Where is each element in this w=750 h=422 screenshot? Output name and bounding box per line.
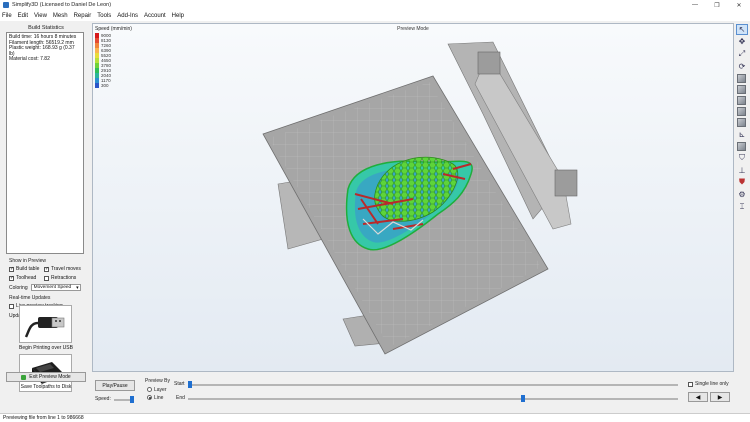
close-icon[interactable]: ✕ <box>728 0 750 10</box>
minimize-icon[interactable]: — <box>684 0 706 10</box>
toolhead-label: Toolhead <box>16 275 37 281</box>
layer-label: Layer <box>154 387 167 393</box>
playback-controls: Play/Pause Speed: Preview By Layer Line … <box>92 375 750 411</box>
menu-add-ins[interactable]: Add-Ins <box>117 13 138 19</box>
menu-tools[interactable]: Tools <box>97 13 111 19</box>
menu-account[interactable]: Account <box>144 13 166 19</box>
next-arrow-icon: ▶ <box>717 394 723 401</box>
usb-cable-icon <box>24 317 64 338</box>
exit-preview-icon <box>21 374 27 380</box>
single-line-label: Single line only <box>695 381 729 387</box>
status-bar: Previewing file from line 1 to 986668 <box>0 413 750 422</box>
window-controls: — ❐ ✕ <box>684 0 750 10</box>
menu-help[interactable]: Help <box>172 13 184 19</box>
single-line-checkbox[interactable] <box>688 381 693 387</box>
prev-arrow-icon: ◀ <box>695 394 701 401</box>
line-option[interactable]: Line <box>147 395 163 401</box>
preview-sidebar: Build Statistics Build time: 16 hours 8 … <box>0 23 92 413</box>
settings-gear-icon[interactable]: ⚙ <box>736 189 748 200</box>
retractions-label: Retractions <box>51 275 77 281</box>
cross-section-icon[interactable]: ⊥ <box>736 165 748 176</box>
save-toolpaths-label: Save Toolpaths to Disk <box>20 384 72 390</box>
menu-repair[interactable]: Repair <box>74 13 92 19</box>
single-line-option[interactable]: Single line only <box>688 381 729 387</box>
window-title: Simplify3D (Licensed to Daniel De Leon) <box>12 2 112 8</box>
title-bar: Simplify3D (Licensed to Daniel De Leon) … <box>0 0 750 10</box>
measure-icon[interactable]: ⌶ <box>736 201 748 212</box>
build-table-option[interactable]: Build table <box>9 266 39 272</box>
speed-slider-thumb[interactable] <box>130 396 134 403</box>
build-table-checkbox[interactable] <box>9 266 14 272</box>
prev-button[interactable]: ◀ <box>688 392 708 402</box>
build-stats-box: Build time: 16 hours 8 minutes Filament … <box>6 32 84 254</box>
play-pause-button[interactable]: Play/Pause <box>95 380 135 391</box>
menu-mesh[interactable]: Mesh <box>53 13 68 19</box>
toolhead-option[interactable]: Toolhead <box>9 275 36 281</box>
build-stats-title: Build Statistics <box>28 25 64 31</box>
end-slider-track[interactable] <box>188 398 678 400</box>
end-label: End <box>176 395 185 401</box>
part-icon[interactable]: ⛊ <box>736 177 748 188</box>
realtime-updates-label: Real-time Updates <box>9 295 51 301</box>
line-label: Line <box>154 395 164 401</box>
app-icon <box>3 2 9 8</box>
travel-moves-checkbox[interactable] <box>44 266 49 272</box>
coloring-select[interactable]: Movement Speed <box>30 284 81 291</box>
view-bottom-icon[interactable] <box>737 117 746 127</box>
retractions-checkbox[interactable] <box>44 275 49 281</box>
view-front-icon[interactable] <box>737 95 746 105</box>
next-button[interactable]: ▶ <box>710 392 730 402</box>
speed-label: Speed: <box>95 396 111 402</box>
toolhead-checkbox[interactable] <box>9 275 14 281</box>
layer-option[interactable]: Layer <box>147 387 167 393</box>
coloring-label: Coloring <box>9 284 28 291</box>
frame-corner-right <box>554 169 578 197</box>
view-toolbar: ↖ ✥ ⤢ ⟳ ⊾ ⛉ ⊥ ⛊ ⚙ ⌶ <box>734 23 750 313</box>
begin-printing-button[interactable] <box>19 305 72 343</box>
start-slider-track[interactable] <box>188 384 678 386</box>
end-slider-thumb[interactable] <box>521 395 526 402</box>
view-top-icon[interactable] <box>737 84 746 94</box>
solid-view-icon[interactable] <box>737 141 746 151</box>
build-table-label: Build table <box>16 266 40 272</box>
frame-corner-top <box>477 51 501 75</box>
travel-moves-label: Travel moves <box>51 266 81 272</box>
maximize-icon[interactable]: ❐ <box>706 0 728 10</box>
move-tool-icon[interactable]: ✥ <box>736 36 748 47</box>
section-view-icon[interactable]: ⊾ <box>736 129 748 140</box>
select-tool-icon[interactable]: ↖ <box>736 24 748 35</box>
zoom-tool-icon[interactable]: ⤢ <box>736 48 748 59</box>
support-view-icon[interactable]: ⛉ <box>736 153 748 164</box>
begin-printing-label: Begin Printing over USB <box>19 345 73 351</box>
view-iso-icon[interactable] <box>737 73 746 83</box>
menu-edit[interactable]: Edit <box>18 13 28 19</box>
layer-radio[interactable] <box>147 387 152 393</box>
menu-view[interactable]: View <box>34 13 47 19</box>
coloring-row: Coloring Movement Speed <box>9 284 81 291</box>
menu-file[interactable]: File <box>2 13 12 19</box>
line-radio[interactable] <box>147 395 152 401</box>
exit-preview-label: Exit Preview Mode <box>29 374 71 380</box>
start-label: Start <box>174 381 185 387</box>
preview-by-label: Preview By <box>145 378 171 384</box>
rotate-tool-icon[interactable]: ⟳ <box>736 61 748 72</box>
preview-viewport[interactable]: Preview Mode Speed (mm/min) 9000 8130 7260… <box>92 23 734 372</box>
retractions-option[interactable]: Retractions <box>44 275 76 281</box>
stat-material-cost: Material cost: 7.82 <box>9 56 50 63</box>
travel-moves-option[interactable]: Travel moves <box>44 266 81 272</box>
show-in-preview-label: Show in Preview <box>9 258 46 264</box>
start-slider-thumb[interactable] <box>188 381 192 388</box>
live-tracking-checkbox[interactable] <box>9 303 14 309</box>
view-side-icon[interactable] <box>737 106 746 116</box>
model-render <box>262 41 578 355</box>
exit-preview-button[interactable]: Exit Preview Mode <box>6 372 86 382</box>
menu-bar: File Edit View Mesh Repair Tools Add-Ins… <box>0 10 750 21</box>
